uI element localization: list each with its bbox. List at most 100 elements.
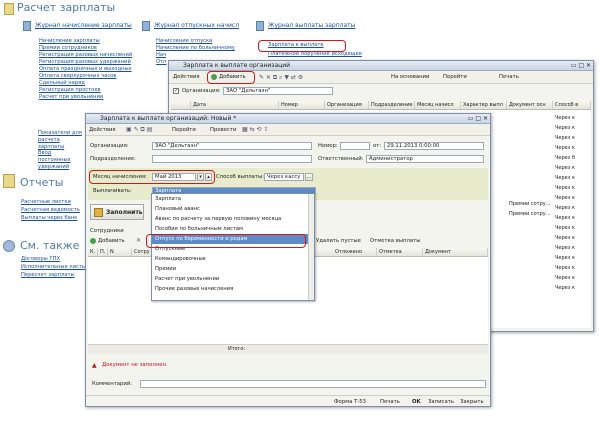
col-k[interactable]: К. [88,248,98,256]
month-field[interactable]: Май 2013 [152,173,196,181]
mark-paid-menu[interactable]: Отметка выплаты [370,238,420,244]
col-method[interactable]: Способ в [553,101,591,109]
dropdown-item-dismissal[interactable]: Расчет при увольнении [152,274,314,284]
post-button[interactable]: Провести [210,127,236,133]
table-row[interactable]: Через к [555,113,575,123]
doc-toolbar-icons[interactable]: ▣ ✎ ⧉ ▤ [126,126,152,134]
month-decrement-button[interactable]: ▾ [197,173,204,181]
link-holiday-pay[interactable]: Оплата праздничных и выходных [39,66,132,73]
dropdown-item-planned-advance[interactable]: Плановый аванс [152,204,314,214]
dropdown-item-bonuses[interactable]: Премии [152,264,314,274]
table-row[interactable]: Через к [555,193,575,203]
link-payment-order[interactable]: Платежное поручение исходящее [268,51,362,58]
doc-toolbar-icons-2[interactable]: ▦ ⇆ ⟲ ⇧ [242,126,268,133]
number-field[interactable] [340,142,370,150]
table-row[interactable]: Через к [555,123,575,133]
print-button[interactable]: Печать [499,74,519,80]
footer-print-button[interactable]: Печать [380,399,400,405]
col-pay-type[interactable]: Характер выпл [461,101,507,109]
col-deferred[interactable]: Отложено [333,248,377,256]
link-one-time-accruals[interactable]: Регистрация разовых начислений [39,52,132,59]
journal-payout-link[interactable]: Журнал выплаты зарплаты [268,22,355,29]
delete-row-icon[interactable]: ✕ [136,237,141,244]
link-gph-contracts[interactable]: Договоры ГПХ [21,255,86,263]
journal-vacation-link[interactable]: Журнал отпускных начисл [154,22,239,29]
link-overtime[interactable]: Оплата сверхурочных часов [39,73,132,80]
doc-goto-menu[interactable]: Перейти [172,127,196,133]
col-month[interactable]: Месяц начисл [415,101,461,109]
dropdown-item-salary[interactable]: Зарплата [152,194,314,204]
col-mark[interactable]: Отметка [377,248,423,256]
col-date[interactable]: Дата [191,101,279,109]
link-dismissal[interactable]: Расчет при увольнении [39,94,132,101]
table-row[interactable]: Через к [555,163,575,173]
link-payroll[interactable]: Начисление зарплаты [39,38,132,45]
form-label[interactable]: Форма Т-53 [334,399,366,405]
ok-button[interactable]: OK [412,399,421,405]
dropdown-item-travel[interactable]: Командировочные [152,254,314,264]
maximize-icon[interactable]: □ [578,62,584,69]
doc-actions-menu[interactable]: Действия [89,127,116,133]
responsible-field[interactable]: Администратор [366,155,484,163]
dropdown-scrollbar[interactable] [308,194,314,300]
add-button[interactable]: Добавить [219,74,246,80]
link-piece-order[interactable]: Сдельный наряд [39,80,132,87]
col-p[interactable]: П. [98,248,108,256]
save-button[interactable]: Записать [428,399,454,405]
col-dept[interactable]: Подразделение [369,101,415,109]
link-payroll-statement[interactable]: Расчетная ведомость [21,206,80,214]
fill-button[interactable]: Заполнить [90,204,144,220]
table-row[interactable]: Через к [555,243,575,253]
org-field[interactable]: ЗАО "Дельтаэн" [152,142,312,150]
minimize-icon[interactable]: ▭ [468,115,474,122]
link-payslips[interactable]: Расчетные листки [21,198,80,206]
maximize-icon[interactable]: □ [475,115,481,122]
add-employee-button[interactable]: Добавить [98,238,125,244]
actions-menu[interactable]: Действия [173,74,200,80]
table-row[interactable]: Через к [555,233,575,243]
link-vacation[interactable]: Начисление отпуска [156,38,235,45]
table-row[interactable]: Через б [555,153,575,163]
table-row[interactable]: Через к [555,133,575,143]
link-permanent-deductions[interactable]: Ввод постоянных удержаний [38,150,84,171]
link-sick-leave[interactable]: Начисление по больничному [156,45,235,52]
delete-empty-button[interactable]: Удалить пустые [316,238,361,244]
method-select-button[interactable]: … [305,173,313,181]
goto-menu[interactable]: Перейти [443,74,467,80]
filter-checkbox[interactable]: ✓ [173,88,179,94]
table-row[interactable]: Через к [555,273,575,283]
link-downtime[interactable]: Регистрация простоев [39,87,132,94]
link-bonuses[interactable]: Премии сотрудников [39,45,132,52]
org-filter-field[interactable]: ЗАО "Дельтаэн" [223,87,333,95]
table-row[interactable]: Через к [555,143,575,153]
dropdown-item-sick-leave[interactable]: Пособия по больничным листам [152,224,314,234]
col-base-doc[interactable]: Документ осн [507,101,553,109]
link-bank-payouts[interactable]: Выплаты через банк [21,214,80,222]
link-payroll-indicators[interactable]: Показатели для расчета зарплаты [38,130,84,151]
dropdown-item-other[interactable]: Прочие разовые начисления [152,284,314,294]
close-icon[interactable]: ✕ [483,115,488,122]
close-button[interactable]: Закрыть [460,399,484,405]
table-row[interactable]: Через к [555,183,575,193]
month-increment-button[interactable]: ▴ [205,173,212,181]
dropdown-item-advance-first-half[interactable]: Аванс по расчету за первую половину меся… [152,214,314,224]
link-nach[interactable]: Нач [156,52,235,59]
table-row[interactable]: Через к [555,263,575,273]
link-writs[interactable]: Исполнительные листы [21,263,86,271]
col-n[interactable]: N [108,248,132,256]
link-recalc[interactable]: Пересчет зарплаты [21,271,86,279]
col-document[interactable]: Документ [423,248,488,256]
link-one-time-deductions[interactable]: Регистрация разовых удержаний [39,59,132,66]
table-row[interactable]: Через к [555,173,575,183]
table-row[interactable]: Через к [555,213,575,223]
based-on-button[interactable]: На основании [391,74,430,80]
journal-payroll-link[interactable]: Журнал начисление зарплаты [35,22,132,29]
close-icon[interactable]: ✕ [586,62,591,69]
table-row[interactable]: Через к [555,203,575,213]
table-row[interactable]: Через к [555,223,575,233]
method-field[interactable]: Через кассу [264,173,304,181]
table-row[interactable]: Через к [555,253,575,263]
comment-field[interactable] [140,380,486,388]
toolbar-icons[interactable]: ✎ ✕ ⧉ ⌕ ▼ ⇄ ⚙ [259,74,303,82]
dept-field[interactable] [152,155,312,163]
